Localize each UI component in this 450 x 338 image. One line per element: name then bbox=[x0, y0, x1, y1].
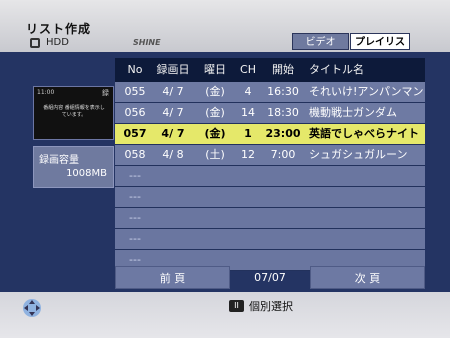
item-day: (土) bbox=[205, 148, 225, 161]
item-title: 英語でしゃべらナイト bbox=[309, 127, 419, 140]
pause-button-icon: II bbox=[229, 300, 244, 312]
hdd-icon bbox=[30, 37, 40, 48]
item-date: 4/ 8 bbox=[162, 148, 184, 161]
item-no: 056 bbox=[124, 106, 146, 119]
item-start: 23:00 bbox=[265, 127, 301, 140]
item-start: 16:30 bbox=[267, 85, 299, 98]
capacity-value: 1008MB bbox=[66, 168, 107, 179]
pagination: 前 頁 07/07 次 頁 bbox=[115, 266, 425, 289]
item-date: 4/ 7 bbox=[162, 106, 184, 119]
list-header: No 録画日 曜日 CH 開始 タイトル名 bbox=[115, 58, 425, 82]
item-date: 4/ 7 bbox=[161, 127, 185, 140]
list-item[interactable]: 055 4/ 7 (金) 4 16:30 それいけ!アンパンマン bbox=[115, 82, 425, 103]
list-item[interactable]: 058 4/ 8 (土) 12 7:00 シュガシュガルーン bbox=[115, 145, 425, 166]
item-no: --- bbox=[129, 232, 141, 245]
item-title: 機動戦士ガンダム bbox=[309, 106, 397, 119]
select-hint-text: 個別選択 bbox=[249, 300, 293, 313]
button-guide-bar: II 個別選択 bbox=[0, 292, 450, 338]
empty-list-item[interactable]: --- bbox=[115, 229, 425, 250]
header-date: 録画日 bbox=[156, 63, 190, 76]
thumbnail-time: 11:00 bbox=[37, 89, 55, 96]
header-no: No bbox=[127, 63, 143, 76]
source-text: HDD bbox=[46, 37, 69, 48]
item-no: --- bbox=[129, 169, 141, 182]
header-start: 開始 bbox=[272, 63, 294, 76]
select-hint: II 個別選択 bbox=[229, 298, 293, 314]
item-no: 058 bbox=[124, 148, 146, 161]
empty-list-item[interactable]: --- bbox=[115, 208, 425, 229]
item-title: それいけ!アンパンマン bbox=[309, 85, 424, 98]
title-bar: リスト作成 HDD SHINE ビデオ プレイリスト bbox=[0, 0, 450, 65]
empty-list-item[interactable]: --- bbox=[115, 187, 425, 208]
item-day: (金) bbox=[204, 127, 226, 140]
tab-video[interactable]: ビデオ bbox=[292, 33, 349, 50]
capacity-panel: 録画容量 1008MB bbox=[33, 146, 114, 188]
header-ch: CH bbox=[240, 63, 256, 76]
record-icon: 録 bbox=[102, 89, 109, 97]
item-no: --- bbox=[129, 211, 141, 224]
item-ch: 14 bbox=[241, 106, 255, 119]
list-item[interactable]: 056 4/ 7 (金) 14 18:30 機動戦士ガンダム bbox=[115, 103, 425, 124]
item-day: (金) bbox=[205, 106, 225, 119]
next-page-button[interactable]: 次 頁 bbox=[310, 266, 425, 289]
header-day: 曜日 bbox=[204, 63, 226, 76]
source-label: HDD bbox=[30, 37, 69, 48]
item-date: 4/ 7 bbox=[162, 85, 184, 98]
item-day: (金) bbox=[205, 85, 225, 98]
item-ch: 1 bbox=[244, 127, 252, 140]
list-item-selected[interactable]: 057 4/ 7 (金) 1 23:00 英語でしゃべらナイト bbox=[115, 124, 425, 145]
item-ch: 4 bbox=[244, 85, 252, 98]
header-title: タイトル名 bbox=[309, 63, 364, 76]
brand-logo: SHINE bbox=[133, 38, 161, 47]
dpad-icon bbox=[23, 299, 41, 317]
thumbnail-text: 番組内容 番組情報を表示しています。 bbox=[43, 105, 105, 118]
preview-thumbnail: 11:00 録 番組内容 番組情報を表示しています。 bbox=[33, 86, 114, 140]
capacity-label: 録画容量 bbox=[39, 155, 79, 166]
item-title: シュガシュガルーン bbox=[309, 148, 408, 161]
item-start: 18:30 bbox=[267, 106, 299, 119]
item-no: 055 bbox=[124, 85, 146, 98]
item-start: 7:00 bbox=[270, 148, 296, 161]
tab-playlist[interactable]: プレイリスト bbox=[350, 33, 410, 65]
item-no: 057 bbox=[123, 127, 147, 140]
page-title: リスト作成 bbox=[26, 22, 92, 36]
item-ch: 12 bbox=[241, 148, 255, 161]
recording-list: No 録画日 曜日 CH 開始 タイトル名 055 4/ 7 (金) 4 16:… bbox=[115, 58, 425, 271]
page-indicator: 07/07 bbox=[254, 271, 286, 284]
prev-page-button[interactable]: 前 頁 bbox=[115, 266, 230, 289]
item-no: --- bbox=[129, 190, 141, 203]
empty-list-item[interactable]: --- bbox=[115, 166, 425, 187]
